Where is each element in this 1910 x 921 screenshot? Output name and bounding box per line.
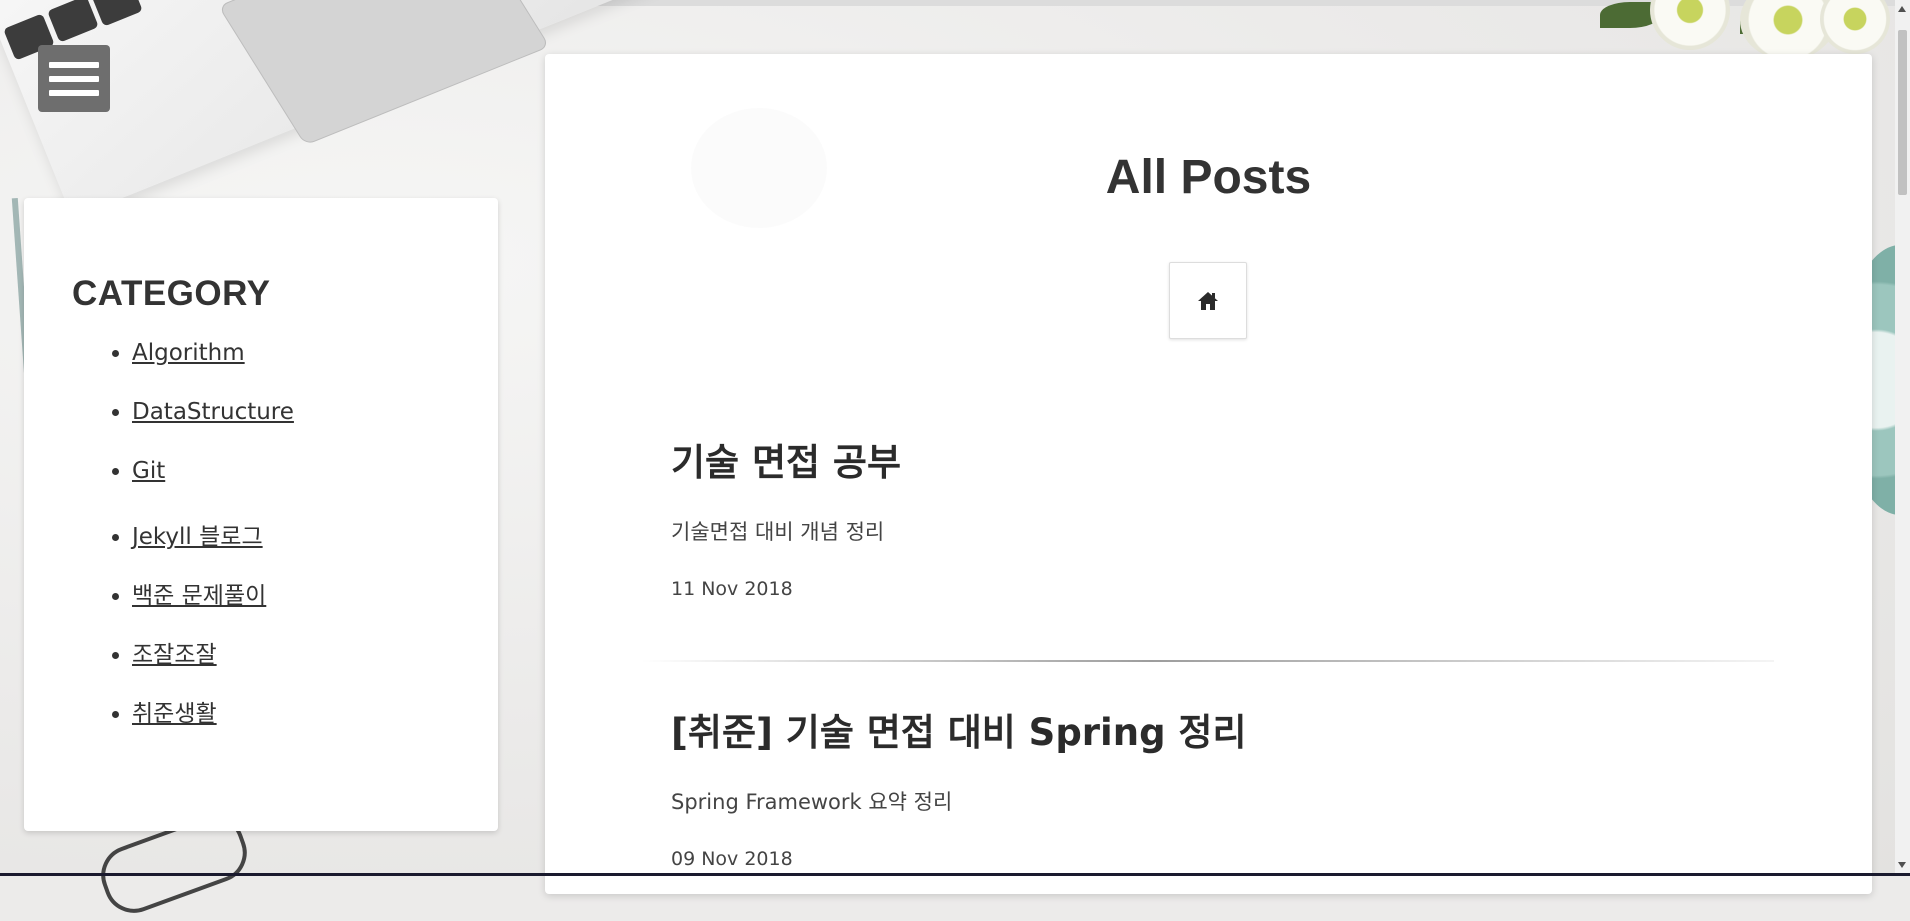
category-item: 취준생활 (132, 694, 294, 753)
post-description: 기술면접 대비 개념 정리 (671, 520, 885, 544)
category-link-job-hunting[interactable]: 취준생활 (132, 701, 217, 727)
category-item: Jekyll 블로그 (132, 517, 294, 576)
category-list: Algorithm DataStructure Git Jekyll 블로그 백… (24, 340, 294, 753)
category-link-baekjoon[interactable]: 백준 문제풀이 (132, 583, 266, 609)
post-divider (641, 660, 1774, 662)
category-link-git[interactable]: Git (132, 458, 165, 484)
category-link-datastructure[interactable]: DataStructure (132, 399, 294, 425)
post-title[interactable]: [취준] 기술 면접 대비 Spring 정리 (671, 702, 1247, 756)
category-item: 조잘조잘 (132, 635, 294, 694)
category-link-chatter[interactable]: 조잘조잘 (132, 642, 217, 668)
hamburger-menu-icon (49, 61, 99, 68)
post-date: 09 Nov 2018 (671, 848, 793, 870)
category-card: CATEGORY Algorithm DataStructure Git Jek… (24, 198, 498, 831)
category-item: Algorithm (132, 340, 294, 399)
category-title: CATEGORY (72, 274, 271, 313)
background-flowers (1590, 0, 1900, 60)
category-item: 백준 문제풀이 (132, 576, 294, 635)
post-description: Spring Framework 요약 정리 (671, 790, 953, 814)
home-button[interactable] (1169, 262, 1247, 339)
category-link-algorithm[interactable]: Algorithm (132, 340, 245, 366)
hamburger-menu-button[interactable] (38, 45, 110, 112)
category-item: DataStructure (132, 399, 294, 458)
main-content-card: All Posts 기술 면접 공부 기술면접 대비 개념 정리 11 Nov … (545, 54, 1872, 894)
scroll-down-arrow-icon[interactable] (1898, 862, 1906, 868)
category-item: Git (132, 458, 294, 517)
scroll-up-arrow-icon[interactable] (1898, 6, 1906, 12)
scrollbar-thumb[interactable] (1898, 30, 1907, 195)
home-icon (1198, 291, 1218, 310)
post-date: 11 Nov 2018 (671, 578, 793, 600)
post-item: [취준] 기술 면접 대비 Spring 정리 Spring Framework… (671, 702, 1247, 870)
page-title: All Posts (1105, 151, 1312, 204)
category-link-jekyll[interactable]: Jekyll 블로그 (132, 524, 263, 550)
post-title[interactable]: 기술 면접 공부 (671, 432, 901, 486)
post-item: 기술 면접 공부 기술면접 대비 개념 정리 11 Nov 2018 (671, 432, 901, 600)
page-scrollbar[interactable] (1895, 0, 1910, 876)
